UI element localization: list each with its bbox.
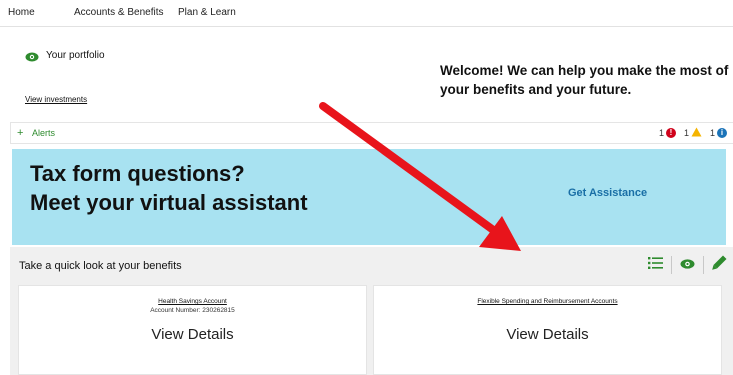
hsa-card-title[interactable]: Health Savings Account <box>19 298 366 305</box>
tax-assistant-banner: Tax form questions? Meet your virtual as… <box>12 149 726 245</box>
benefits-section: Take a quick look at your benefits Healt… <box>10 247 733 375</box>
expand-icon[interactable]: + <box>17 127 23 139</box>
top-nav: Home Accounts & Benefits Plan & Learn <box>0 0 733 27</box>
hsa-account-number: Account Number: 230262815 <box>150 307 235 314</box>
banner-headline-1: Tax form questions? <box>30 161 245 186</box>
error-icon: ! <box>665 128 676 138</box>
get-assistance-link[interactable]: Get Assistance <box>568 187 647 199</box>
benefits-toolbar <box>648 255 727 275</box>
portfolio-label[interactable]: Your portfolio <box>46 50 105 61</box>
list-view-icon[interactable] <box>648 256 663 274</box>
alerts-bar[interactable]: + Alerts 1 ! 1 1 i <box>10 122 733 144</box>
info-alert-count[interactable]: 1 i <box>710 128 727 138</box>
welcome-message: Welcome! We can help you make the most o… <box>440 63 729 97</box>
hsa-view-details-button[interactable]: View Details <box>19 326 366 343</box>
hsa-card[interactable]: Health Savings Account Account Number: 2… <box>18 285 367 375</box>
alert-counts: 1 ! 1 1 i <box>651 127 727 139</box>
warning-alert-count[interactable]: 1 <box>684 127 702 139</box>
fsa-card-title[interactable]: Flexible Spending and Reimbursement Acco… <box>374 298 721 305</box>
toolbar-divider <box>703 256 704 274</box>
banner-headline-2: Meet your virtual assistant <box>30 190 308 215</box>
fsa-card[interactable]: Flexible Spending and Reimbursement Acco… <box>373 285 722 375</box>
toolbar-divider <box>671 256 672 274</box>
error-alert-count[interactable]: 1 ! <box>659 128 676 138</box>
eye-icon[interactable] <box>680 256 695 274</box>
portfolio-panel: Your portfolio View investments Welcome!… <box>10 30 733 120</box>
eye-icon[interactable] <box>25 49 39 67</box>
pencil-icon[interactable] <box>712 255 727 275</box>
nav-plan-learn[interactable]: Plan & Learn <box>178 7 236 18</box>
nav-accounts-benefits[interactable]: Accounts & Benefits <box>74 7 164 18</box>
fsa-view-details-button[interactable]: View Details <box>374 326 721 343</box>
nav-home[interactable]: Home <box>8 7 35 18</box>
info-icon: i <box>717 128 727 138</box>
view-investments-link[interactable]: View investments <box>25 95 87 104</box>
benefits-heading: Take a quick look at your benefits <box>19 260 182 272</box>
warning-icon <box>691 127 702 139</box>
alerts-label[interactable]: Alerts <box>32 128 55 138</box>
